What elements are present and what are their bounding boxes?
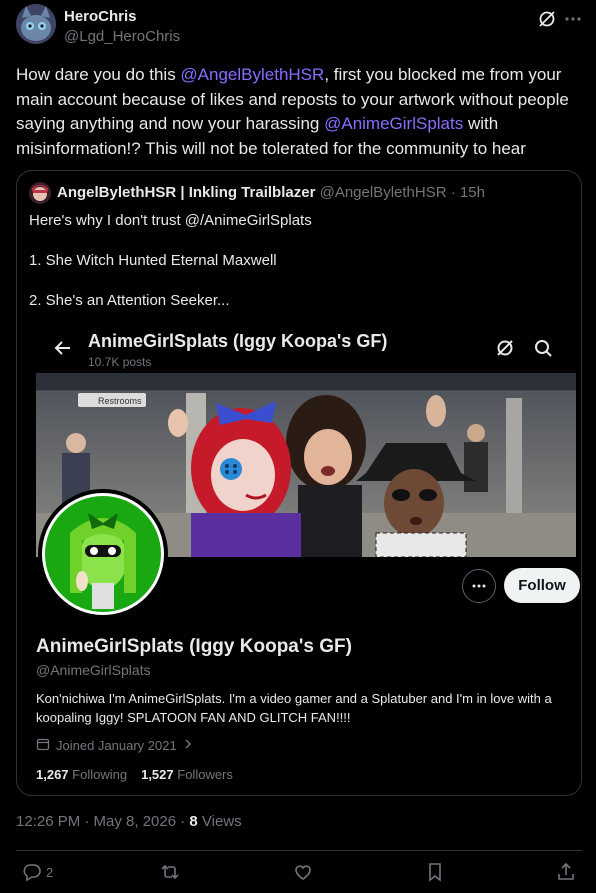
views-count: 8 [189, 813, 198, 830]
embedded-profile-bio: Kon'nichiwa I'm AnimeGirlSplats. I'm a v… [36, 691, 552, 725]
more-options-icon[interactable] [563, 9, 583, 29]
banner-sign-text: Restrooms [98, 396, 142, 406]
following-count: 1,267 [36, 767, 69, 782]
share-button[interactable] [556, 860, 576, 884]
heart-icon [295, 865, 311, 880]
embedded-profile-handle: @AnimeGirlSplats [36, 662, 151, 678]
quote-line-1: Here's why I don't trust @/AnimeGirlSpla… [29, 212, 312, 229]
tweet-text: How dare you do this @AngelBylethHSR, fi… [16, 63, 584, 161]
embedded-joined-date: Joined January 2021 [36, 737, 193, 754]
embedded-profile-title: AnimeGirlSplats (Iggy Koopa's GF) [88, 331, 388, 351]
quote-line-2: 1. She Witch Hunted Eternal Maxwell [29, 252, 277, 269]
quote-line-3: 2. She's an Attention Seeker... [29, 292, 230, 309]
back-arrow-icon [52, 337, 74, 359]
views-label: Views [197, 813, 242, 830]
timestamp-text[interactable]: 12:26 PM · May 8, 2026 · [16, 813, 189, 830]
following-stat: 1,267 Following [36, 767, 127, 782]
bookmark-icon [429, 863, 441, 882]
followers-count: 1,527 [141, 767, 174, 782]
quote-tweet-card[interactable]: AngelBylethHSR | Inkling Trailblazer @An… [16, 170, 582, 796]
quote-author-avatar[interactable] [29, 182, 51, 204]
mention-link-1[interactable]: @AngelBylethHSR [180, 65, 324, 84]
embedded-profile-avatar [38, 489, 168, 619]
author-name[interactable]: HeroChris [64, 8, 137, 25]
reply-button[interactable]: 2 [22, 860, 53, 884]
repost-icon [161, 864, 179, 880]
calendar-icon [36, 737, 50, 754]
followers-label: Followers [177, 767, 233, 782]
following-label: Following [72, 767, 128, 782]
quote-author-handle[interactable]: @AngelBylethHSR [320, 184, 447, 201]
like-button[interactable] [293, 860, 313, 884]
tweet-text-part1: How dare you do this [16, 65, 181, 84]
embedded-profile-name: AnimeGirlSplats (Iggy Koopa's GF) [36, 636, 352, 657]
embedded-profile-screenshot[interactable]: AnimeGirlSplats (Iggy Koopa's GF) 10.7K … [36, 325, 580, 795]
author-avatar[interactable] [16, 4, 56, 44]
followers-stat: 1,527 Followers [141, 767, 233, 782]
quote-text: Here's why I don't trust @/AnimeGirlSpla… [29, 211, 569, 331]
quote-author-name[interactable]: AngelBylethHSR | Inkling Trailblazer [57, 184, 315, 201]
author-handle[interactable]: @Lgd_HeroChris [64, 28, 180, 45]
reply-count: 2 [46, 864, 54, 880]
grok-icon[interactable] [537, 9, 557, 29]
embedded-more-button [462, 569, 496, 603]
joined-text: Joined January 2021 [56, 738, 177, 753]
embedded-follow-stats: 1,267 Following 1,527 Followers [36, 767, 233, 782]
reply-icon [23, 864, 41, 882]
mention-link-2[interactable]: @AnimeGirlSplats [324, 114, 463, 133]
repost-button[interactable] [160, 860, 180, 884]
quote-header: AngelBylethHSR | Inkling Trailblazer @An… [57, 184, 485, 201]
embedded-grok-icon [494, 337, 516, 359]
embedded-posts-count: 10.7K posts [88, 355, 152, 369]
bookmark-button[interactable] [425, 860, 445, 884]
share-icon [558, 862, 574, 880]
quote-separator: · [450, 184, 456, 201]
chevron-right-icon [183, 738, 193, 753]
divider [16, 850, 582, 851]
quote-time[interactable]: 15h [460, 184, 485, 201]
embedded-search-icon [532, 337, 554, 359]
tweet-timestamp: 12:26 PM · May 8, 2026 · 8 Views [16, 813, 242, 830]
embedded-follow-button: Follow [504, 568, 580, 603]
